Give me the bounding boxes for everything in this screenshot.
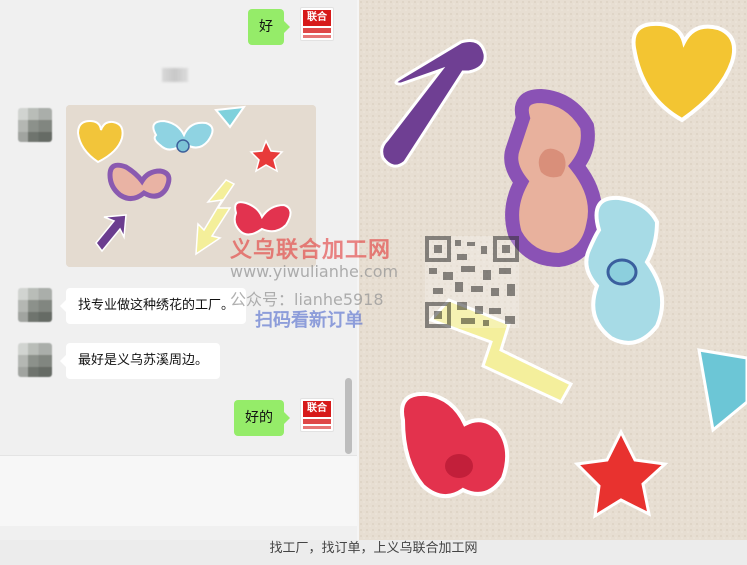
other-message-bubble[interactable]: 找专业做这种绣花的工厂。 [59,288,247,324]
contact-avatar[interactable] [18,108,52,142]
my-message-bubble[interactable]: 好的 [234,400,290,436]
my-avatar[interactable]: 联合 [300,398,334,432]
avatar-logo-text: 联合 [303,401,331,417]
footer-text: 找工厂，找订单，上义乌联合加工网 [269,541,478,556]
avatar-logo-bar [303,35,331,38]
message-text: 好的 [245,410,273,426]
watermark-title: 义乌联合加工网 [230,238,392,263]
enlarged-photo [359,0,747,540]
other-message-bubble[interactable]: 最好是义乌苏溪周边。 [59,343,221,379]
message-input-area[interactable] [0,455,357,526]
watermark-url: www.yiwulianhe.com [230,262,399,281]
message-text: 找专业做这种绣花的工厂。 [78,298,235,313]
embroidery-patches-image [359,0,747,540]
message-text: 最好是义乌苏溪周边。 [78,353,209,368]
chat-scrollbar[interactable] [345,378,352,454]
contact-avatar[interactable] [18,343,52,377]
my-avatar[interactable]: 联合 [300,7,334,41]
avatar-logo-text: 联合 [303,10,331,26]
avatar-logo-bar [303,28,331,33]
watermark-scan-text: 扫码看新订单 [255,310,363,331]
message-text: 好 [259,19,273,35]
watermark-qr-code [425,236,519,328]
contact-avatar[interactable] [18,288,52,322]
footer-slogan: 找工厂，找订单，上义乌联合加工网 [0,540,747,565]
avatar-logo-bar [303,426,331,429]
chat-panel: 好 联合 找专业做这种绣花的工厂。 最好是义乌苏溪周边。 好的 联合 [0,0,357,565]
avatar-logo-bar [303,419,331,424]
timestamp-blurred [162,68,188,82]
my-message-bubble[interactable]: 好 [248,9,290,45]
